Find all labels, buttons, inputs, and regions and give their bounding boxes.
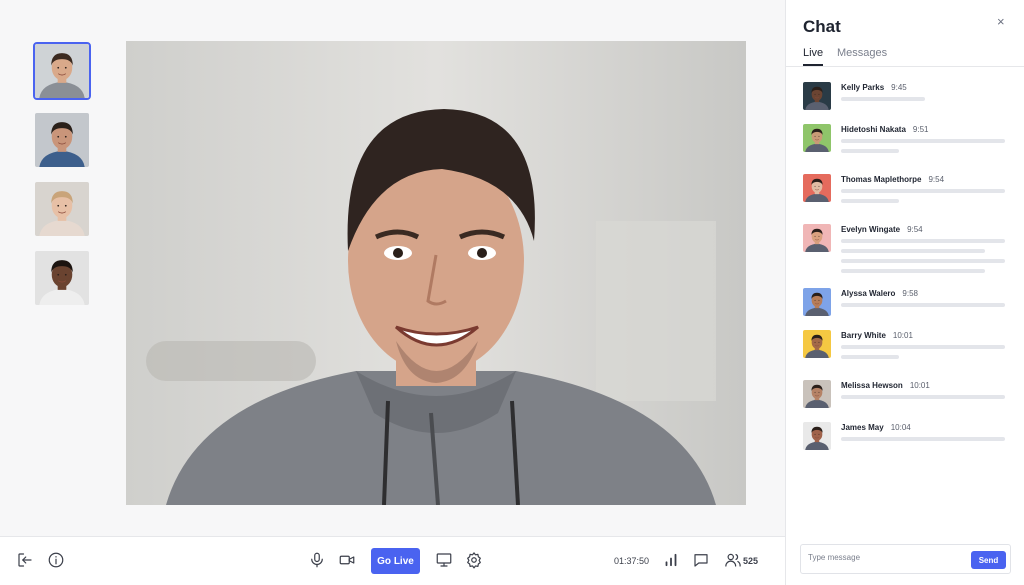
chat-title: Chat [803,17,841,36]
author-name: James May [841,423,884,432]
participant-thumbnails [33,42,91,318]
message-author: Thomas Maplethorpe 9:54 [841,175,944,184]
avatar[interactable] [803,380,831,408]
thumb-participant-2[interactable] [33,111,91,169]
message-time: 9:54 [928,175,945,184]
tab-messages[interactable]: Messages [837,47,887,64]
message-time: 9:51 [912,125,929,134]
settings-gear-icon[interactable] [463,549,485,571]
message-input[interactable] [808,553,958,562]
message-text-placeholder [841,249,985,253]
author-name: Melissa Hewson [841,381,903,390]
message-author: Melissa Hewson 10:01 [841,381,930,390]
message-time: 9:54 [907,225,923,234]
participant-count: 525 [743,556,759,566]
message-text-placeholder [841,303,1005,307]
message-text-placeholder [841,239,1005,243]
message-text-placeholder [841,139,1005,143]
send-button[interactable]: Send [971,551,1006,569]
message-author: Barry White 10:01 [841,331,913,340]
message-time: 10:01 [892,331,913,340]
message-text-placeholder [841,395,1005,399]
screen-share-icon[interactable] [433,549,455,571]
message-author: Alyssa Walero 9:58 [841,289,918,298]
camera-icon[interactable] [336,549,358,571]
message-text-placeholder [841,189,1005,193]
message-text-placeholder [841,259,1005,263]
chat-composer: Send [800,544,1011,574]
author-name: Barry White [841,331,886,340]
message-time: 10:01 [909,381,930,390]
participants-icon[interactable] [722,549,744,571]
thumb-participant-4[interactable] [33,249,91,307]
message-text-placeholder [841,199,899,203]
thumb-participant-1[interactable] [33,42,91,100]
message-time: 10:04 [890,423,911,432]
call-timer: 01:37:50 [614,556,650,566]
avatar[interactable] [803,82,831,110]
chat-tabs: Live Messages [786,47,1024,67]
message-author: Hidetoshi Nakata 9:51 [841,125,928,134]
avatar[interactable] [803,224,831,252]
go-live-button[interactable]: Go Live [371,548,420,574]
avatar[interactable] [803,124,831,152]
avatar[interactable] [803,330,831,358]
author-name: Hidetoshi Nakata [841,125,906,134]
main-video [126,41,746,505]
message-text-placeholder [841,345,1005,349]
tab-live[interactable]: Live [803,47,824,66]
close-icon[interactable]: × [997,14,1005,29]
video-stage [0,0,785,536]
avatar[interactable] [803,174,831,202]
avatar[interactable] [803,288,831,316]
author-name: Evelyn Wingate [841,225,901,234]
author-name: Thomas Maplethorpe [841,175,922,184]
exit-icon[interactable] [14,549,36,571]
message-time: 9:45 [891,83,907,92]
chat-bubble-icon[interactable] [690,549,712,571]
message-text-placeholder [841,355,899,359]
info-icon[interactable] [45,549,67,571]
message-text-placeholder [841,269,985,273]
message-author: James May 10:04 [841,423,911,432]
author-name: Kelly Parks [841,83,885,92]
message-text-placeholder [841,149,899,153]
message-text-placeholder [841,437,1005,441]
message-author: Evelyn Wingate 9:54 [841,225,923,234]
message-time: 9:58 [902,289,918,298]
author-name: Alyssa Walero [841,289,896,298]
message-text-placeholder [841,97,925,101]
signal-strength-icon[interactable] [660,549,682,571]
thumb-participant-3[interactable] [33,180,91,238]
message-author: Kelly Parks 9:45 [841,83,907,92]
microphone-icon[interactable] [306,549,328,571]
avatar[interactable] [803,422,831,450]
chat-panel: Chat × Live Messages Kelly Parks 9:45 Hide… [785,0,1024,585]
